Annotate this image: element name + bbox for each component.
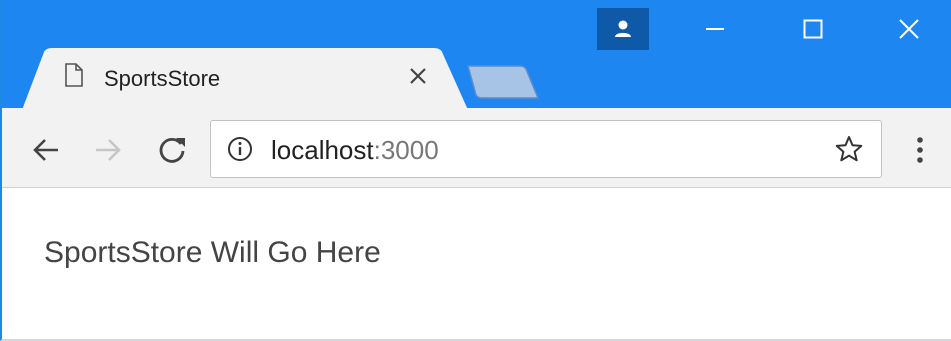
close-icon [899,19,919,39]
star-icon[interactable] [834,134,864,164]
info-icon[interactable] [227,136,253,162]
page-content: SportsStore Will Go Here [2,188,951,339]
window-close-button[interactable] [879,8,939,50]
url-port: :3000 [373,135,439,165]
profile-button[interactable] [597,8,649,50]
title-bar: SportsStore [2,0,951,110]
maximize-icon [803,19,823,39]
back-arrow-icon [33,139,58,161]
close-icon [410,68,426,84]
minimize-button[interactable] [685,8,745,50]
tab-title: SportsStore [104,66,221,91]
person-icon [615,20,631,37]
forward-arrow-icon [96,139,121,161]
url-host: localhost [271,135,374,165]
back-button[interactable] [28,132,64,168]
toolbar: localhost:3000 [2,108,951,188]
browser-window: SportsStore localhost:3000 SportsStore W… [0,0,951,341]
maximize-button[interactable] [783,8,843,50]
address-bar[interactable]: localhost:3000 [210,120,882,178]
forward-button[interactable] [90,132,126,168]
tab-close-button[interactable] [406,64,430,88]
more-vert-icon [917,137,923,163]
reload-icon [159,137,185,163]
document-icon [65,63,83,87]
tab-sportsstore[interactable]: SportsStore [22,48,492,110]
minimize-icon [706,28,724,30]
url-text: localhost:3000 [271,135,439,166]
new-tab-button[interactable] [464,64,540,100]
page-heading: SportsStore Will Go Here [44,236,381,269]
menu-button[interactable] [910,132,930,168]
reload-button[interactable] [154,132,190,168]
